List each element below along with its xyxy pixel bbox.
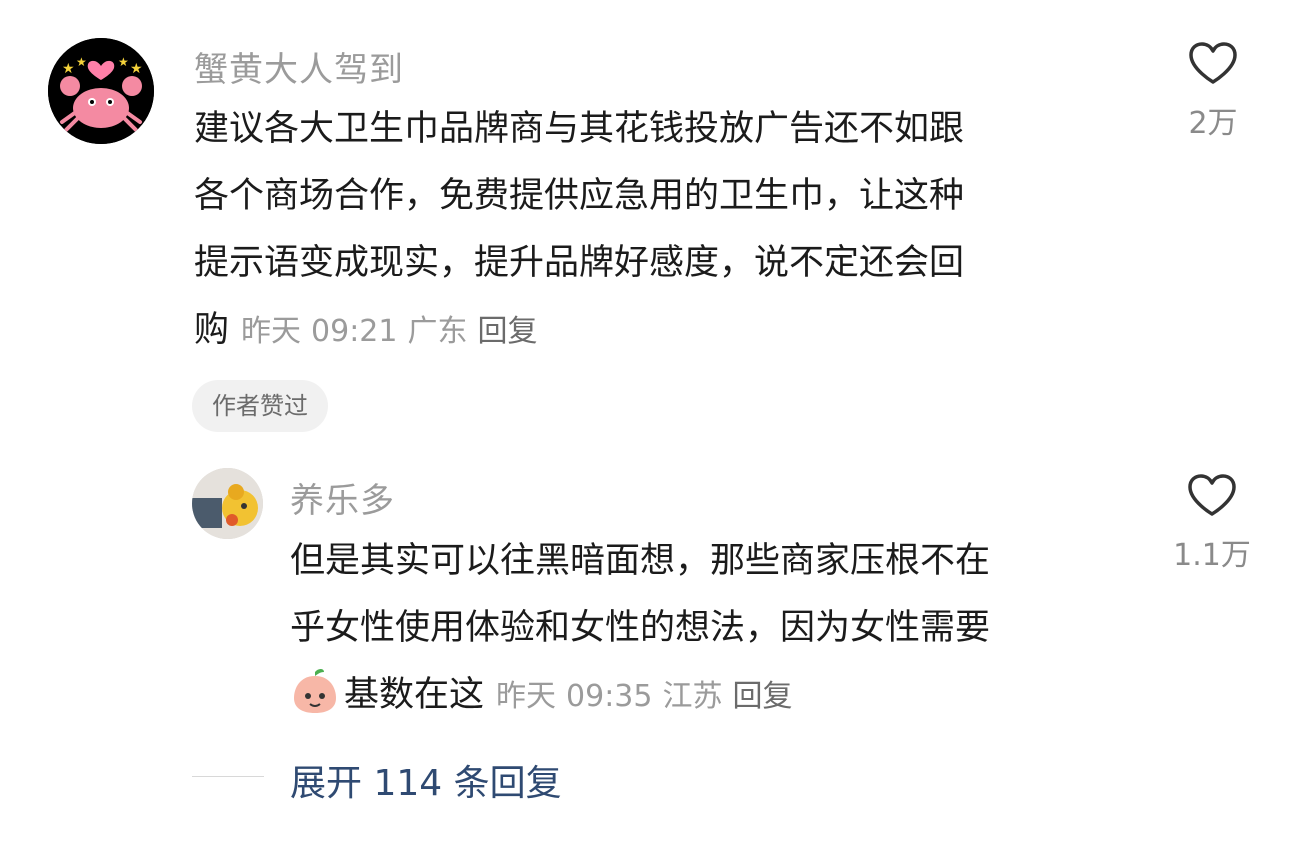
comment-location: 江苏 xyxy=(662,679,723,714)
author-liked-badge: 作者赞过 xyxy=(192,380,328,432)
comment-time: 09:35 xyxy=(566,679,653,714)
username[interactable]: 养乐多 xyxy=(290,473,395,522)
avatar[interactable] xyxy=(192,468,263,539)
avatar[interactable]: ★ ★ ★ ★ xyxy=(48,38,154,144)
comment-time: 09:21 xyxy=(311,314,398,349)
comment-line: 乎女性使用体验和女性的想法，因为女性需要 xyxy=(290,608,991,648)
peach-emoji-icon xyxy=(294,669,336,713)
expand-replies-link[interactable]: 展开 114 条回复 xyxy=(290,754,562,806)
comment-meta: 昨天 09:35 江苏 回复 xyxy=(496,679,802,714)
comment-line-text: 购 xyxy=(194,310,230,350)
comment-line: 提示语变成现实，提升品牌好感度，说不定还会回 xyxy=(194,243,965,283)
svg-text:★: ★ xyxy=(130,61,143,77)
svg-text:★: ★ xyxy=(76,55,87,69)
like-button[interactable]: 1.1万 xyxy=(1170,472,1254,574)
username[interactable]: 蟹黄大人驾到 xyxy=(194,42,404,91)
comment-date: 昨天 xyxy=(241,314,302,349)
comment-location: 广东 xyxy=(407,314,468,349)
heart-outline-icon xyxy=(1189,42,1237,84)
like-count: 1.1万 xyxy=(1173,538,1251,573)
comment-text: 建议各大卫生巾品牌商与其花钱投放广告还不如跟 各个商场合作，免费提供应急用的卫生… xyxy=(194,96,1124,365)
comment-line-last: 基数在这 昨天 09:35 江苏 回复 xyxy=(290,662,1140,730)
like-count: 2万 xyxy=(1188,106,1238,141)
comment-line: 建议各大卫生巾品牌商与其花钱投放广告还不如跟 xyxy=(194,109,965,149)
comment-text: 但是其实可以往黑暗面想，那些商家压根不在 乎女性使用体验和女性的想法，因为女性需… xyxy=(290,528,1140,730)
comment-meta: 昨天 09:21 广东 回复 xyxy=(241,314,547,349)
svg-text:★: ★ xyxy=(118,55,129,69)
like-button[interactable]: 2万 xyxy=(1180,40,1246,142)
reply-button[interactable]: 回复 xyxy=(477,314,537,349)
svg-text:★: ★ xyxy=(62,61,75,77)
comment-line-text: 基数在这 xyxy=(344,675,485,715)
comment-line: 各个商场合作，免费提供应急用的卫生巾，让这种 xyxy=(194,176,965,216)
comment-line: 但是其实可以往黑暗面想，那些商家压根不在 xyxy=(290,541,991,581)
reply-button[interactable]: 回复 xyxy=(732,679,792,714)
comment-line-last: 购昨天 09:21 广东 回复 xyxy=(194,297,1124,365)
heart-outline-icon xyxy=(1188,474,1236,516)
photo-avatar-icon xyxy=(192,468,263,539)
crab-avatar-icon: ★ ★ ★ ★ xyxy=(48,38,154,144)
divider xyxy=(192,776,264,777)
comment-date: 昨天 xyxy=(496,679,557,714)
